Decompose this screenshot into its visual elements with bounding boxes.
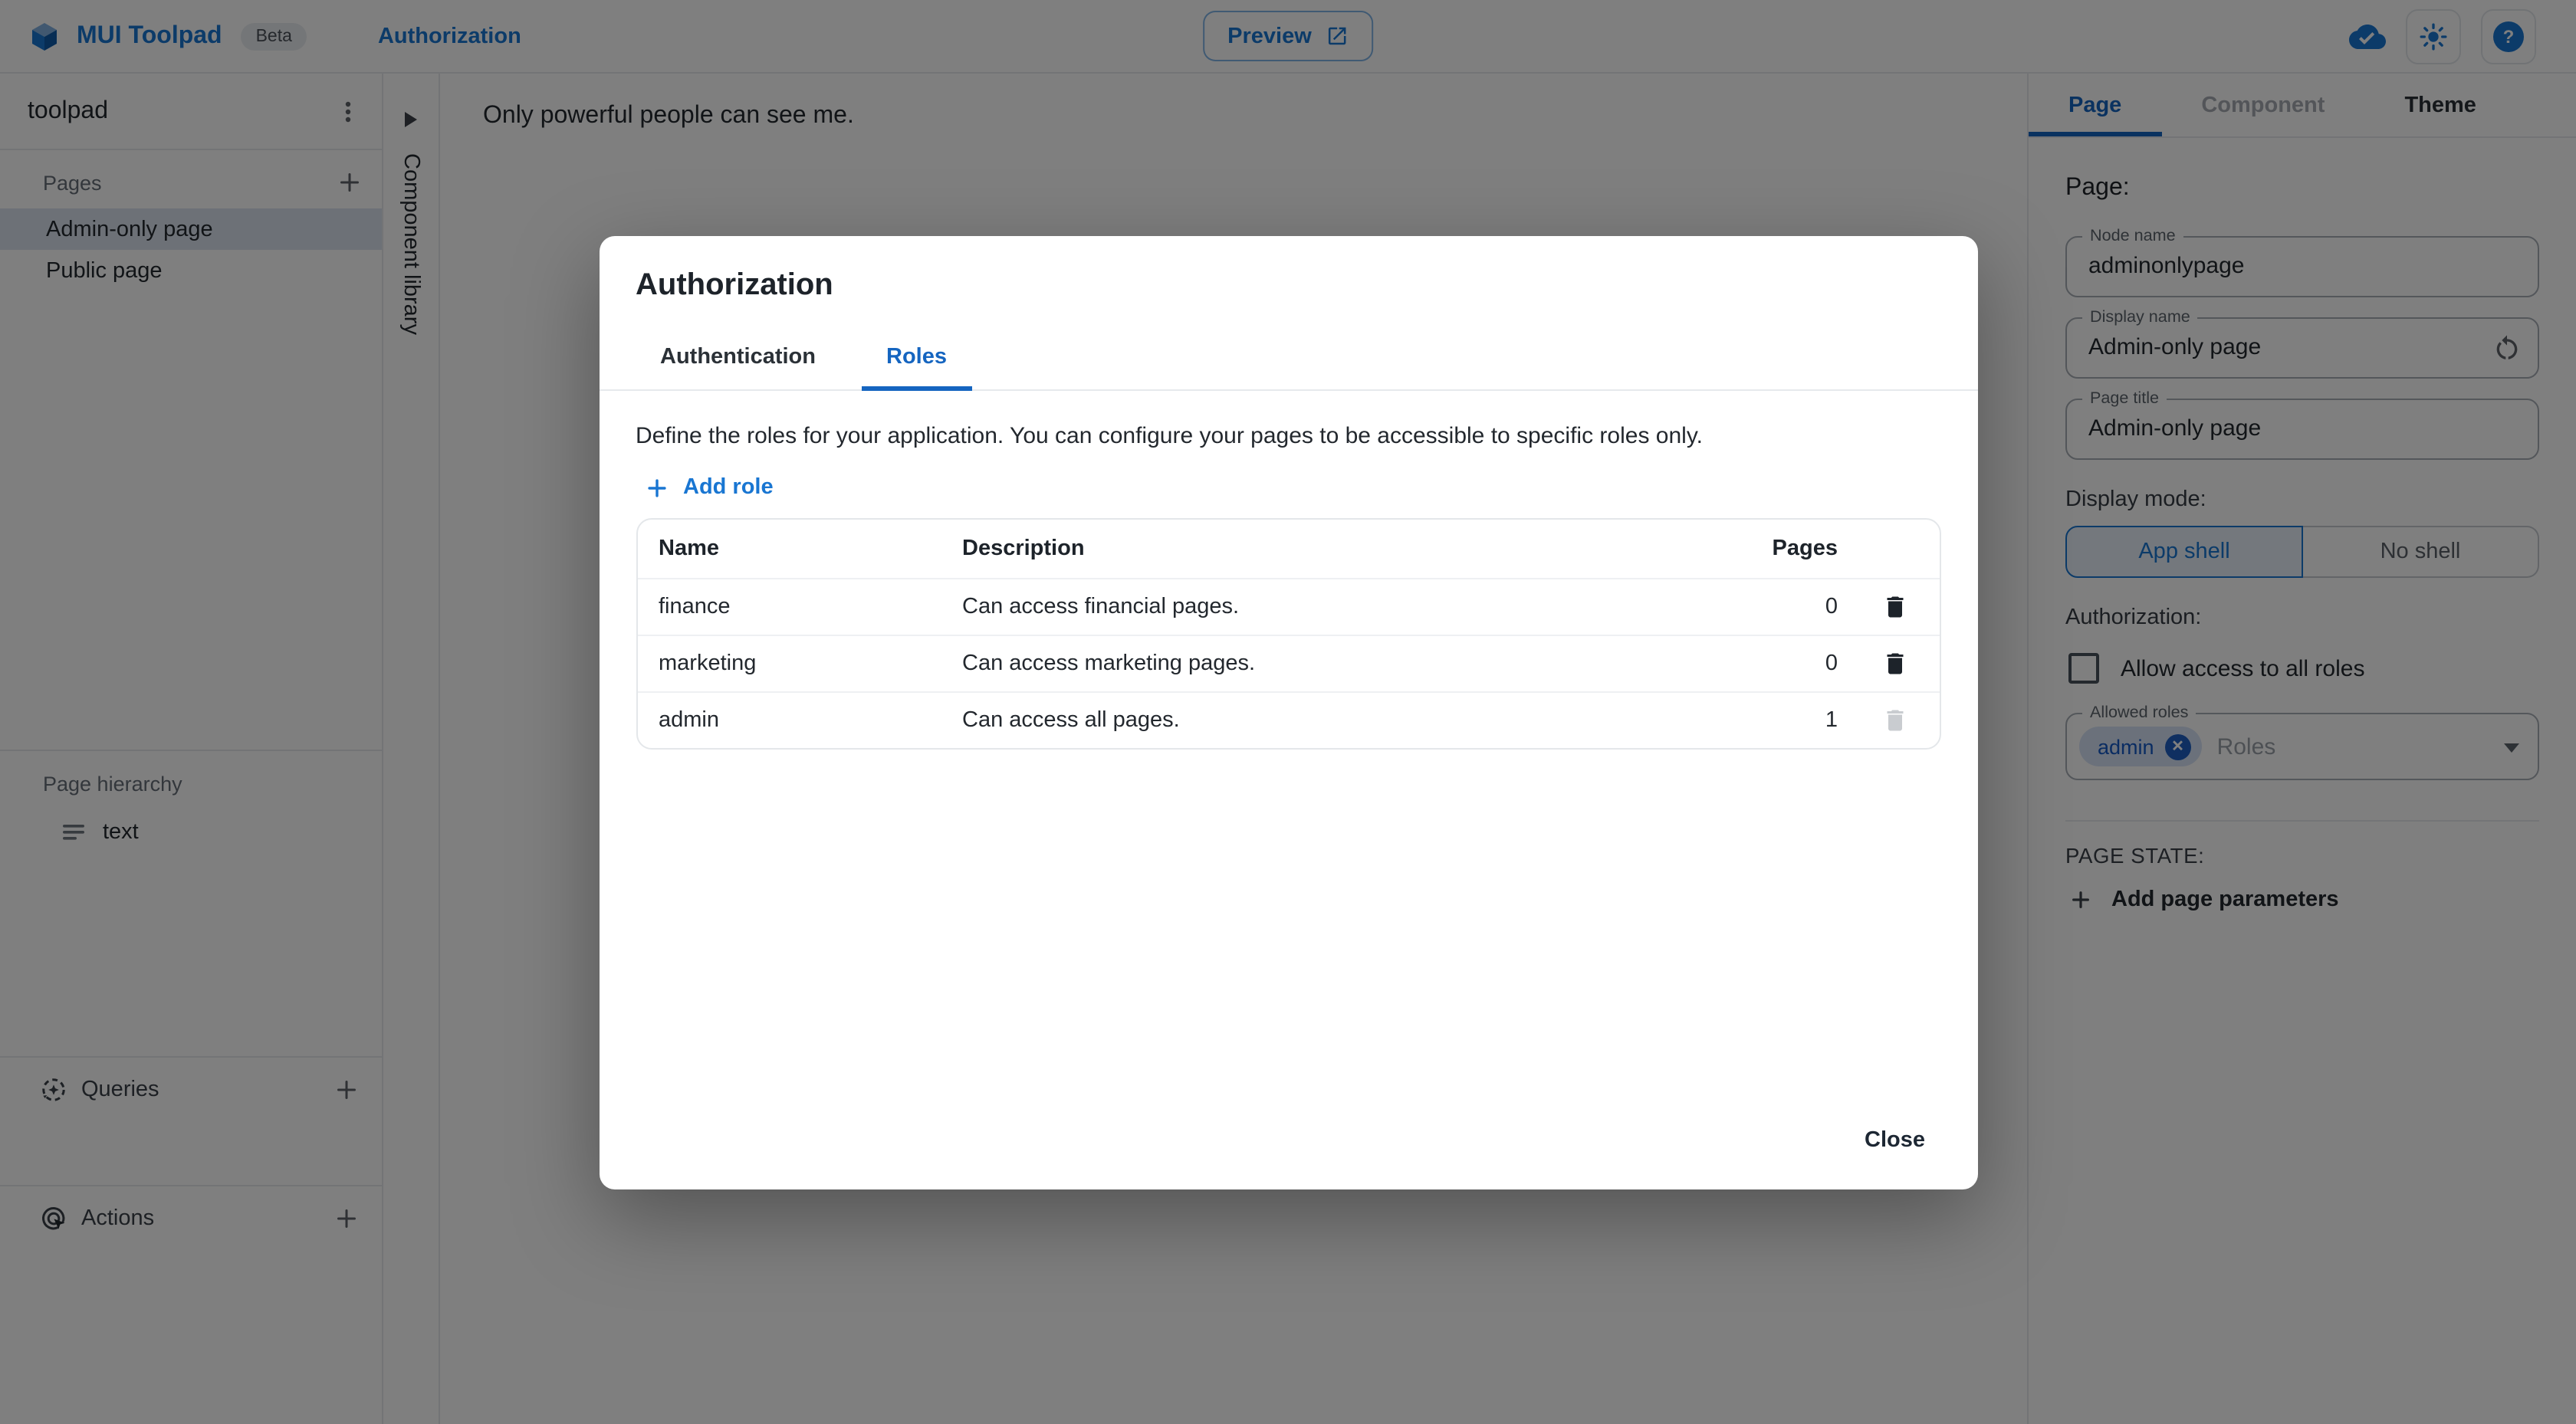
add-role-button[interactable]: Add role — [636, 474, 1940, 500]
roles-table: Name Description Pages finance Can acces… — [636, 517, 1940, 749]
role-description: Can access all pages. — [962, 707, 1180, 732]
trash-icon — [1886, 709, 1903, 730]
tab-authentication[interactable]: Authentication — [636, 326, 840, 389]
table-row-finance: finance Can access financial pages. 0 — [637, 579, 1939, 635]
role-name: marketing — [659, 651, 757, 675]
tab-roles[interactable]: Roles — [862, 326, 971, 390]
delete-role-button[interactable] — [1881, 592, 1908, 620]
role-name: finance — [659, 594, 731, 618]
delete-role-button[interactable] — [1881, 649, 1908, 677]
dialog-content: Define the roles for your application. Y… — [599, 390, 1977, 1091]
role-pages-count: 0 — [1825, 594, 1838, 618]
table-row-admin: admin Can access all pages. 1 — [637, 692, 1939, 747]
col-header-pages: Pages — [1772, 536, 1838, 560]
dialog-title: Authorization — [636, 267, 833, 301]
toolpad-editor: MUI Toolpad Beta Authorization Preview — [0, 0, 2576, 1424]
role-pages-count: 0 — [1825, 651, 1838, 675]
add-role-label: Add role — [683, 475, 774, 500]
role-description: Can access marketing pages. — [962, 651, 1256, 675]
col-header-name: Name — [659, 536, 719, 560]
dialog-tabs: Authentication Roles — [599, 326, 1977, 390]
roles-description: Define the roles for your application. Y… — [636, 422, 1703, 448]
table-header-row: Name Description Pages — [637, 519, 1939, 579]
trash-icon — [1886, 596, 1903, 617]
table-row-marketing: marketing Can access marketing pages. 0 — [637, 635, 1939, 692]
role-pages-count: 1 — [1825, 707, 1838, 732]
plus-icon — [647, 478, 665, 497]
delete-role-button-disabled — [1881, 706, 1908, 733]
col-header-description: Description — [962, 536, 1085, 560]
role-name: admin — [659, 707, 719, 732]
close-button[interactable]: Close — [1849, 1115, 1940, 1164]
role-description: Can access financial pages. — [962, 594, 1240, 618]
authorization-dialog: Authorization Authentication Roles Defin… — [599, 235, 1977, 1189]
dialog-footer: Close — [599, 1091, 1977, 1189]
trash-icon — [1886, 652, 1903, 674]
